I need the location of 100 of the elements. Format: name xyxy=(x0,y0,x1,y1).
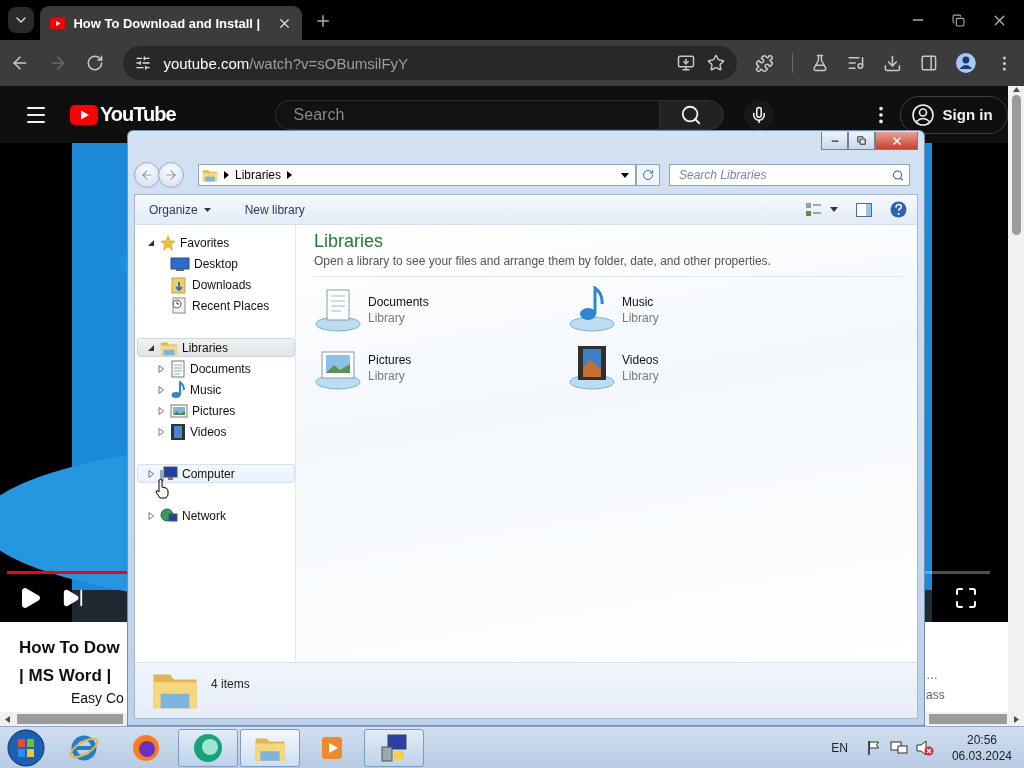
caret-icon xyxy=(203,207,211,212)
restore-icon[interactable] xyxy=(952,13,965,27)
scroll-right-arrow-icon[interactable] xyxy=(1013,715,1020,723)
user-icon xyxy=(910,102,935,127)
collapsed-triangle-icon[interactable] xyxy=(157,427,165,436)
reload-icon[interactable] xyxy=(85,54,104,72)
search-field[interactable]: Search xyxy=(274,99,659,130)
collapsed-triangle-icon[interactable] xyxy=(157,385,165,394)
fullscreen-icon[interactable] xyxy=(954,586,978,610)
tree-item[interactable]: Documents xyxy=(137,359,295,378)
microphone-button[interactable] xyxy=(743,99,774,130)
tree-label: Network xyxy=(182,508,226,523)
collapsed-triangle-icon[interactable] xyxy=(157,406,165,415)
breadcrumb-arrow-icon[interactable] xyxy=(224,171,229,179)
download-icon[interactable] xyxy=(882,53,902,73)
side-text: … xyxy=(926,668,939,682)
collapsed-triangle-icon[interactable] xyxy=(157,364,165,373)
search-icon xyxy=(680,103,703,126)
side-panel-icon[interactable] xyxy=(919,54,938,72)
scroll-left-arrow-icon[interactable] xyxy=(4,715,11,723)
tree-label: Downloads xyxy=(192,277,252,292)
tab-list-button[interactable] xyxy=(8,7,34,33)
app-orb-icon[interactable] xyxy=(192,731,224,764)
tree-item[interactable]: Favorites xyxy=(137,233,295,252)
profile-avatar-icon[interactable] xyxy=(955,52,978,74)
vertical-scrollbar[interactable] xyxy=(1008,86,1024,712)
site-info-icon[interactable] xyxy=(135,55,152,71)
library-item[interactable]: Music Library xyxy=(568,285,822,335)
bookmark-star-icon[interactable] xyxy=(707,54,726,72)
new-tab-icon[interactable] xyxy=(314,12,332,30)
media-list-icon[interactable] xyxy=(846,54,865,72)
tree-item[interactable]: Desktop xyxy=(137,254,295,273)
item-type: Library xyxy=(622,368,659,384)
address-field[interactable]: Libraries xyxy=(198,164,636,186)
tree-item[interactable]: Pictures xyxy=(137,401,295,420)
install-icon[interactable] xyxy=(677,54,696,72)
preview-pane-icon[interactable] xyxy=(856,202,872,217)
start-button-icon[interactable] xyxy=(6,727,46,768)
tree-item[interactable]: Network xyxy=(137,506,295,525)
breadcrumb-arrow-icon[interactable] xyxy=(287,171,293,179)
scroll-up-arrow-icon[interactable] xyxy=(1012,86,1020,93)
forward-arrow-icon xyxy=(164,168,178,182)
tree-label: Pictures xyxy=(192,403,236,418)
close-button[interactable] xyxy=(875,132,918,150)
download-folder-icon xyxy=(170,275,188,294)
logo-text[interactable]: YouTube xyxy=(100,103,176,126)
command-button[interactable]: New library xyxy=(240,200,309,219)
scroll-thumb[interactable] xyxy=(1011,95,1021,235)
dropdown-arrow-icon[interactable] xyxy=(621,172,629,178)
minimize-button[interactable] xyxy=(821,132,848,150)
tree-label: Libraries xyxy=(182,340,229,355)
tree-label: Desktop xyxy=(194,256,239,271)
next-icon[interactable] xyxy=(62,587,84,609)
address-bar[interactable]: youtube.com/watch?v=sOBumsilFyY xyxy=(123,46,738,80)
search-input[interactable]: Search xyxy=(291,104,659,125)
tree-item[interactable]: Downloads xyxy=(137,275,295,294)
tree-item[interactable]: Videos xyxy=(137,422,295,441)
search-input[interactable]: Search Libraries xyxy=(677,167,892,183)
maximize-button[interactable] xyxy=(848,132,875,150)
tree-item[interactable]: Libraries xyxy=(137,338,295,357)
search-button[interactable] xyxy=(658,99,724,130)
play-logo-icon xyxy=(50,17,66,29)
tree-item[interactable]: Music xyxy=(137,380,295,399)
horizontal-scrollbar[interactable] xyxy=(0,712,127,726)
library-folder-icon xyxy=(202,167,218,183)
caret-icon[interactable] xyxy=(830,207,838,212)
extensions-icon[interactable] xyxy=(755,53,775,73)
library-item[interactable]: Pictures Library xyxy=(314,343,568,393)
breadcrumb[interactable]: Libraries xyxy=(235,168,282,182)
description-text: Easy Co xyxy=(71,690,124,706)
library-item[interactable]: Documents Library xyxy=(314,285,568,335)
flask-icon[interactable] xyxy=(811,54,829,72)
clock[interactable]: 20:56 06.03.2024 xyxy=(951,731,1012,764)
network-icon[interactable] xyxy=(889,739,908,756)
tree-item[interactable]: Computer xyxy=(137,464,295,483)
taskbar-button[interactable] xyxy=(364,728,424,767)
search-icon[interactable] xyxy=(891,168,904,182)
refresh-button[interactable] xyxy=(636,164,660,186)
computer-setup-icon[interactable] xyxy=(378,731,410,764)
horizontal-scrollbar[interactable] xyxy=(925,712,1024,726)
language-indicator[interactable]: EN xyxy=(831,740,848,755)
browser-tab[interactable]: How To Download and Install | xyxy=(40,6,302,40)
tree-label: Recent Places xyxy=(192,298,270,313)
tree-label: Computer xyxy=(182,466,235,481)
tree-item[interactable]: Recent Places xyxy=(137,296,295,315)
search-field[interactable]: Search Libraries xyxy=(669,164,910,186)
collapsed-triangle-icon[interactable] xyxy=(147,469,155,478)
muted-speaker-icon[interactable] xyxy=(915,739,934,756)
flag-icon[interactable] xyxy=(865,739,882,756)
library-item[interactable]: Videos Library xyxy=(568,343,822,393)
view-list-icon[interactable] xyxy=(806,202,822,217)
command-button[interactable]: Organize xyxy=(145,200,215,219)
collapsed-triangle-icon[interactable] xyxy=(147,511,155,520)
item-name: Music xyxy=(622,294,655,310)
network-icon xyxy=(160,507,178,524)
expanded-triangle-icon[interactable] xyxy=(147,343,155,352)
help-icon[interactable] xyxy=(890,201,907,218)
play-logo-icon xyxy=(70,104,98,125)
item-name: Pictures xyxy=(368,352,412,368)
expanded-triangle-icon[interactable] xyxy=(147,238,155,247)
